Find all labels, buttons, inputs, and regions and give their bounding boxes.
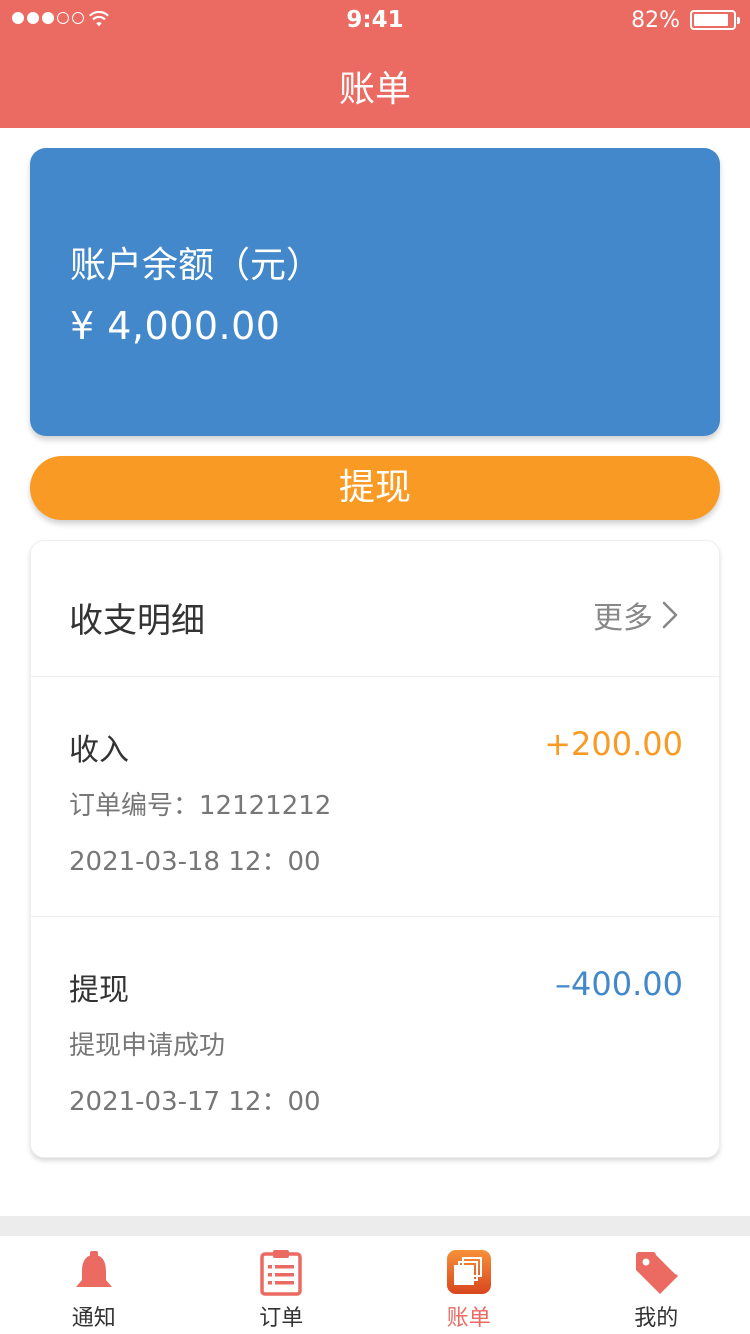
bill-icon: [446, 1250, 491, 1294]
transaction-description: 提现申请成功: [69, 1031, 226, 1061]
transaction-date: 2021-03-18 12：00: [69, 847, 321, 877]
tab-label: 我的: [634, 1306, 679, 1331]
tab-bills[interactable]: 账单: [375, 1236, 563, 1334]
balance-card: 账户余额（元） ¥ 4,000.00: [30, 148, 720, 436]
header-bar: 9:41 82% 账单: [0, 0, 750, 128]
transaction-row[interactable]: 提现 –400.00 提现申请成功 2021-03-17 12：00: [31, 917, 719, 1157]
tab-label: 通知: [71, 1306, 116, 1331]
bell-icon: [75, 1251, 112, 1287]
tab-label: 账单: [446, 1306, 491, 1331]
balance-amount: ¥ 4,000.00: [70, 304, 281, 348]
transaction-type: 提现: [69, 973, 129, 1008]
balance-label: 账户余额（元）: [70, 245, 323, 286]
more-label: 更多: [593, 601, 653, 636]
battery-percent: 82%: [631, 8, 680, 33]
status-bar: 9:41 82%: [0, 0, 750, 40]
chevron-right-icon: [662, 601, 678, 629]
bottom-tab-bar: 通知 订单 账单 我的: [0, 1236, 750, 1334]
transaction-type: 收入: [69, 733, 129, 768]
transaction-amount: +200.00: [544, 725, 683, 763]
details-title: 收支明细: [69, 601, 205, 641]
tab-orders[interactable]: 订单: [188, 1236, 376, 1334]
transaction-row[interactable]: 收入 +200.00 订单编号：12121212 2021-03-18 12：0…: [31, 677, 719, 917]
transaction-amount: –400.00: [555, 965, 683, 1003]
separator: [0, 1216, 750, 1236]
page-title: 账单: [338, 69, 411, 110]
transaction-description: 订单编号：12121212: [69, 791, 332, 821]
tab-notifications[interactable]: 通知: [0, 1236, 188, 1334]
transaction-date: 2021-03-17 12：00: [69, 1087, 321, 1117]
more-link[interactable]: 更多: [593, 593, 681, 637]
transaction-details-card: 收支明细 更多 收入 +200.00 订单编号：12121212 2021-03…: [30, 540, 720, 1158]
tab-label: 订单: [259, 1306, 304, 1331]
tab-profile[interactable]: 我的: [563, 1236, 750, 1334]
clipboard-icon: [260, 1250, 302, 1296]
details-header: 收支明细 更多: [31, 541, 719, 677]
tag-icon: [636, 1252, 679, 1294]
battery-icon: [690, 10, 740, 30]
withdraw-button[interactable]: 提现: [30, 456, 720, 520]
